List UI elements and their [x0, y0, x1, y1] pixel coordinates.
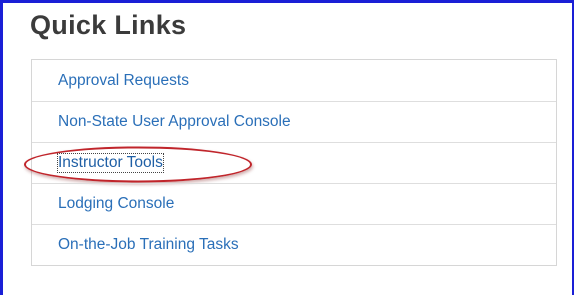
- list-item-instructor-tools: Instructor Tools: [24, 142, 556, 183]
- lodging-console-link[interactable]: Lodging Console: [58, 195, 174, 213]
- page-title: Quick Links: [30, 10, 187, 40]
- list-item-approval-requests: Approval Requests: [32, 60, 556, 101]
- list-item-lodging-console: Lodging Console: [32, 183, 556, 224]
- list-item-on-the-job-training-tasks: On-the-Job Training Tasks: [32, 224, 556, 265]
- quick-links-list: Approval Requests Non-State User Approva…: [24, 59, 557, 266]
- instructor-tools-link[interactable]: Instructor Tools: [57, 153, 164, 173]
- list-item-non-state-user-approval-console: Non-State User Approval Console: [32, 101, 556, 142]
- approval-requests-link[interactable]: Approval Requests: [58, 72, 189, 90]
- non-state-user-approval-console-link[interactable]: Non-State User Approval Console: [58, 113, 291, 131]
- on-the-job-training-tasks-link[interactable]: On-the-Job Training Tasks: [58, 236, 239, 254]
